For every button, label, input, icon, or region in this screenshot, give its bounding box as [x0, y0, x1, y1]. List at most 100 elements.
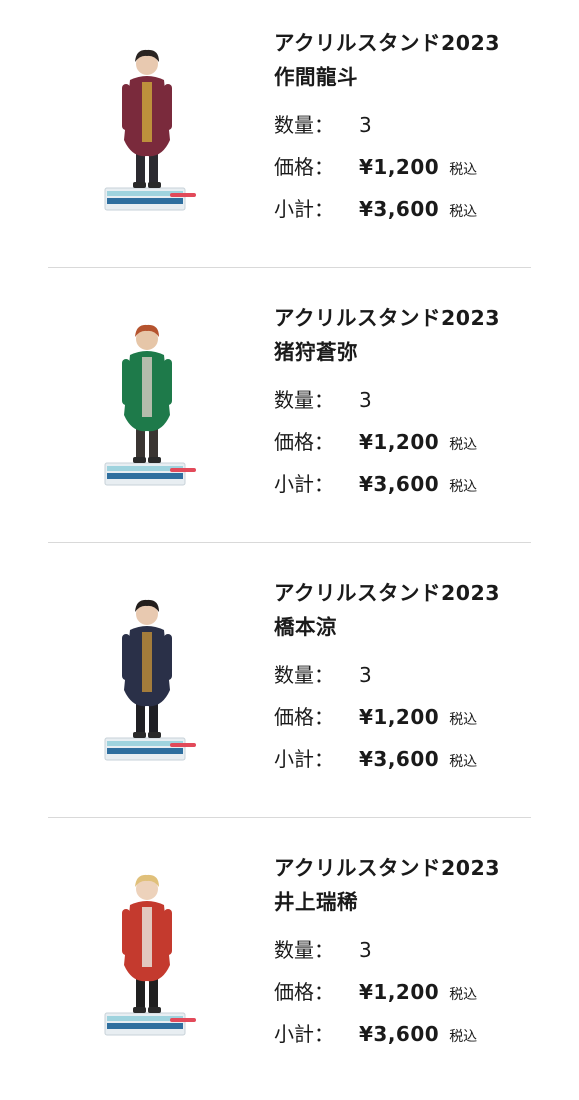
product-member-name[interactable]: 井上瑞稀 — [274, 885, 564, 919]
price-row: 価格： ¥1,200 税込 — [274, 702, 477, 732]
subtotal-row: 小計： ¥3,600 税込 — [274, 194, 477, 224]
figure-inner — [142, 82, 152, 142]
figure-shoe — [133, 182, 146, 188]
figure-leg — [149, 427, 158, 461]
price-value: ¥1,200 — [359, 705, 440, 729]
stand-base-accent — [170, 468, 196, 472]
subtotal-value: ¥3,600 — [359, 1022, 440, 1046]
price-row: 価格： ¥1,200 税込 — [274, 427, 477, 457]
figure-shoe — [148, 182, 161, 188]
tax-included-note: 税込 — [449, 754, 478, 770]
quantity-value: 3 — [359, 938, 372, 962]
tax-included-note: 税込 — [449, 204, 478, 220]
figure-shoe — [148, 1007, 161, 1013]
stand-base-stripe — [107, 198, 183, 204]
figure-arm — [122, 909, 130, 955]
subtotal-label: 小計： — [274, 1022, 334, 1046]
price-label: 価格： — [274, 980, 334, 1004]
figure-leg — [149, 152, 158, 186]
price-value: ¥1,200 — [359, 980, 440, 1004]
product-image[interactable] — [100, 865, 200, 1040]
quantity-row: 数量： 3 — [274, 385, 372, 415]
price-label: 価格： — [274, 705, 334, 729]
product-member-name[interactable]: 猪狩蒼弥 — [274, 335, 564, 369]
subtotal-row: 小計： ¥3,600 税込 — [274, 1019, 477, 1049]
figure-leg — [136, 977, 145, 1011]
quantity-row: 数量： 3 — [274, 110, 372, 140]
item-divider — [48, 542, 531, 543]
product-member-name[interactable]: 橋本涼 — [274, 610, 564, 644]
quantity-label: 数量： — [274, 938, 334, 962]
figure-inner — [142, 632, 152, 692]
product-info: アクリルスタンド2023 作間龍斗 数量： 3 価格： ¥1,200 税込 小計： ¥3… — [274, 26, 564, 221]
subtotal-value: ¥3,600 — [359, 472, 440, 496]
figure-arm — [122, 84, 130, 130]
tax-included-note: 税込 — [449, 437, 478, 453]
figure-arm — [164, 84, 172, 130]
cart-item: アクリルスタンド2023 猪狩蒼弥 数量： 3 価格： ¥1,200 税込 小計： ¥3… — [0, 275, 579, 550]
figure-shoe — [133, 1007, 146, 1013]
product-image[interactable] — [100, 590, 200, 765]
product-image[interactable] — [100, 40, 200, 215]
figure-arm — [164, 634, 172, 680]
tax-included-note: 税込 — [449, 987, 478, 1003]
cart-item: アクリルスタンド2023 橋本涼 数量： 3 価格： ¥1,200 税込 小計： ¥3,… — [0, 550, 579, 825]
subtotal-value: ¥3,600 — [359, 197, 440, 221]
subtotal-row: 小計： ¥3,600 税込 — [274, 469, 477, 499]
figure-shoe — [133, 457, 146, 463]
subtotal-row: 小計： ¥3,600 税込 — [274, 744, 477, 774]
figure-shoe — [148, 457, 161, 463]
stand-base-accent — [170, 743, 196, 747]
product-title[interactable]: アクリルスタンド2023 — [274, 26, 564, 60]
figure-inner — [142, 357, 152, 417]
stand-base-accent — [170, 193, 196, 197]
quantity-row: 数量： 3 — [274, 935, 372, 965]
item-divider — [48, 817, 531, 818]
product-member-name[interactable]: 作間龍斗 — [274, 60, 564, 94]
figure-arm — [122, 359, 130, 405]
product-info: アクリルスタンド2023 橋本涼 数量： 3 価格： ¥1,200 税込 小計： ¥3,… — [274, 576, 564, 771]
figure-arm — [164, 909, 172, 955]
price-row: 価格： ¥1,200 税込 — [274, 977, 477, 1007]
price-label: 価格： — [274, 430, 334, 454]
product-info: アクリルスタンド2023 猪狩蒼弥 数量： 3 価格： ¥1,200 税込 小計： ¥3… — [274, 301, 564, 496]
product-info: アクリルスタンド2023 井上瑞稀 数量： 3 価格： ¥1,200 税込 小計： ¥3… — [274, 851, 564, 1046]
quantity-label: 数量： — [274, 113, 334, 137]
quantity-value: 3 — [359, 663, 372, 687]
figure-shoe — [133, 732, 146, 738]
price-value: ¥1,200 — [359, 430, 440, 454]
product-image[interactable] — [100, 315, 200, 490]
price-label: 価格： — [274, 155, 334, 179]
cart-item: アクリルスタンド2023 井上瑞稀 数量： 3 価格： ¥1,200 税込 小計： ¥3… — [0, 825, 579, 1100]
figure-leg — [136, 702, 145, 736]
figure-leg — [149, 702, 158, 736]
product-title[interactable]: アクリルスタンド2023 — [274, 576, 564, 610]
price-row: 価格： ¥1,200 税込 — [274, 152, 477, 182]
subtotal-label: 小計： — [274, 747, 334, 771]
figure-inner — [142, 907, 152, 967]
cart-item-list: アクリルスタンド2023 作間龍斗 数量： 3 価格： ¥1,200 税込 小計： ¥3… — [0, 0, 579, 1080]
quantity-value: 3 — [359, 113, 372, 137]
tax-included-note: 税込 — [449, 1029, 478, 1045]
product-title[interactable]: アクリルスタンド2023 — [274, 301, 564, 335]
product-title[interactable]: アクリルスタンド2023 — [274, 851, 564, 885]
price-value: ¥1,200 — [359, 155, 440, 179]
quantity-label: 数量： — [274, 388, 334, 412]
subtotal-label: 小計： — [274, 472, 334, 496]
item-divider — [48, 267, 531, 268]
stand-base-stripe — [107, 473, 183, 479]
tax-included-note: 税込 — [449, 479, 478, 495]
subtotal-label: 小計： — [274, 197, 334, 221]
figure-arm — [122, 634, 130, 680]
stand-base-stripe — [107, 1023, 183, 1029]
figure-leg — [136, 152, 145, 186]
figure-shoe — [148, 732, 161, 738]
cart-item: アクリルスタンド2023 作間龍斗 数量： 3 価格： ¥1,200 税込 小計： ¥3… — [0, 0, 579, 275]
quantity-row: 数量： 3 — [274, 660, 372, 690]
quantity-value: 3 — [359, 388, 372, 412]
stand-base-accent — [170, 1018, 196, 1022]
figure-leg — [149, 977, 158, 1011]
stand-base-stripe — [107, 748, 183, 754]
tax-included-note: 税込 — [449, 162, 478, 178]
tax-included-note: 税込 — [449, 712, 478, 728]
